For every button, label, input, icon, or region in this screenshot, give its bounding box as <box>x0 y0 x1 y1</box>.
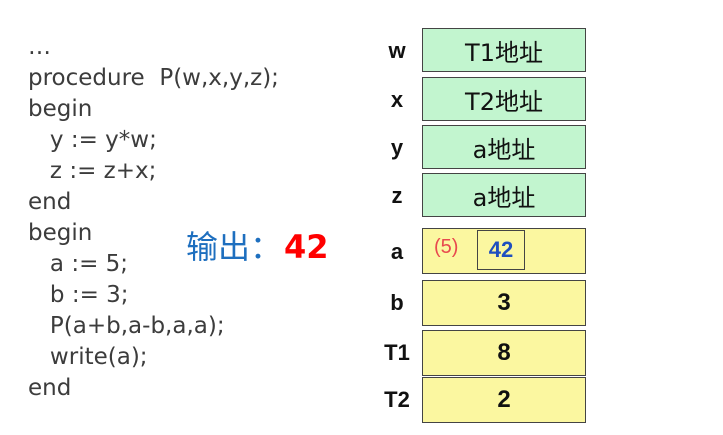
mem-cell-b: 3 <box>422 280 586 326</box>
mem-label-a: a <box>390 239 404 264</box>
mem-cell-t2: 2 <box>422 377 586 423</box>
handwritten-annotation: (5) <box>434 236 459 258</box>
code-line: y := y*w; <box>28 127 157 153</box>
code-block: … procedure P(w,x,y,z); begin y := y*w; … <box>28 32 279 404</box>
code-line: P(a+b,a-b,a,a); <box>28 313 225 339</box>
code-line: begin <box>28 96 93 122</box>
mem-cell-w: T1地址 <box>422 28 586 72</box>
output-value: 42 <box>284 228 329 266</box>
output-text: 输出：42 <box>186 222 329 268</box>
code-line: end <box>28 375 72 401</box>
code-line: write(a); <box>28 344 148 370</box>
mem-label-t1: T1 <box>384 340 410 365</box>
code-line: procedure P(w,x,y,z); <box>28 65 279 91</box>
code-line: z := z+x; <box>28 158 157 184</box>
mem-label-b: b <box>390 290 404 315</box>
mem-label-y: y <box>390 135 404 160</box>
mem-label-w: w <box>388 38 406 63</box>
mem-label-t2: T2 <box>384 387 410 412</box>
mem-label-x: x <box>390 87 404 112</box>
mem-cell-a-value: 42 <box>477 230 525 270</box>
mem-label-z: z <box>391 183 403 208</box>
output-label: 输出： <box>186 228 283 266</box>
code-line: b := 3; <box>28 282 129 308</box>
code-line: end <box>28 189 72 215</box>
mem-cell-y: a地址 <box>422 125 586 169</box>
code-line: … <box>28 34 51 60</box>
mem-cell-z: a地址 <box>422 173 586 217</box>
mem-cell-t1: 8 <box>422 330 586 376</box>
mem-cell-x: T2地址 <box>422 77 586 121</box>
